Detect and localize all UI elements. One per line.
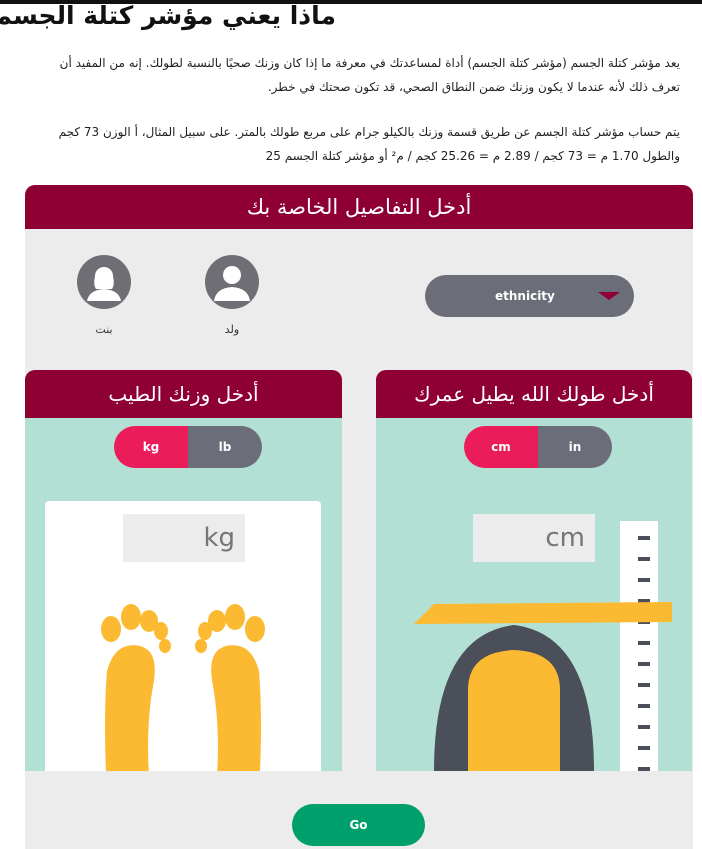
details-header: أدخل التفاصيل الخاصة بك [25,185,693,229]
weight-header: أدخل وزنك الطيب [25,370,342,418]
girl-avatar-icon [77,255,131,309]
caret-down-icon [598,292,620,300]
formula-paragraph: يتم حساب مؤشر كتلة الجسم عن طريق قسمة وز… [58,125,680,163]
go-button[interactable]: Go [292,804,425,846]
gender-girl-label: بنت [95,323,113,336]
gender-boy-label: ولد [224,323,240,336]
ethnicity-dropdown[interactable]: ethnicity [425,275,634,317]
boy-avatar-icon [205,255,259,309]
unit-lb-button[interactable]: lb [188,426,262,468]
gender-boy-option[interactable]: ولد [205,255,259,336]
ethnicity-value: ethnicity [495,289,555,303]
feet-icon [101,604,265,791]
weight-unit-toggle: kg lb [114,426,262,468]
unit-kg-button[interactable]: kg [114,426,188,468]
page-title: ماذا يعني مؤشر كتلة الجسم؟ [0,1,336,30]
gender-girl-option[interactable]: بنت [77,255,131,336]
weight-scale [45,501,321,791]
height-input[interactable] [473,514,595,562]
intro-paragraph: يعد مؤشر كتلة الجسم (مؤشر كتلة الجسم) أد… [59,56,680,94]
